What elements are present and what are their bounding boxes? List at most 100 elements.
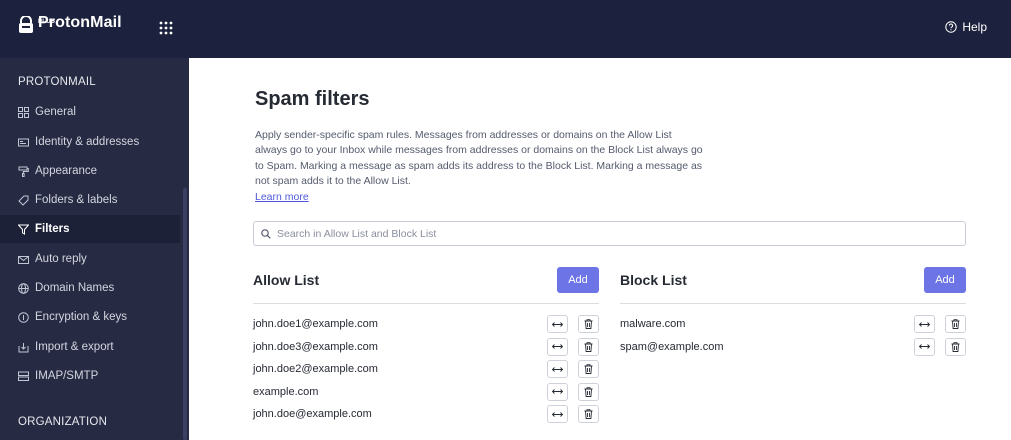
move-arrows-icon — [552, 389, 563, 394]
page-title: Spam filters — [255, 88, 370, 110]
move-arrows-icon — [552, 366, 563, 372]
list-item: john.doe2@example.com — [253, 359, 543, 379]
block-list-add-button[interactable]: Add — [924, 267, 966, 293]
list-item-address: john.doe2@example.com — [253, 363, 378, 375]
sidebar-item-filters[interactable]: Filters — [0, 215, 180, 243]
help-button[interactable]: Help — [945, 20, 987, 34]
id-card-icon — [18, 138, 29, 146]
list-item-address: malware.com — [620, 318, 686, 330]
plan-badge: PLUS — [38, 19, 56, 25]
list-item: malware.com — [620, 314, 910, 334]
list-item-actions — [914, 315, 966, 333]
sidebar-item-domain-names[interactable]: Domain Names — [0, 274, 180, 302]
allow-list-divider — [253, 303, 599, 304]
move-to-other-list-button[interactable] — [547, 360, 568, 378]
sidebar-item-label: Auto reply — [35, 253, 87, 265]
sidebar-item-label: General — [35, 106, 76, 118]
list-item-actions — [547, 337, 599, 356]
section-title-organization: ORGANIZATION — [18, 416, 108, 428]
envelope-reply-icon — [18, 255, 29, 264]
trash-icon — [584, 364, 593, 374]
sidebar-item-label: Encryption & keys — [35, 311, 128, 323]
apps-grid-icon[interactable] — [158, 20, 174, 36]
sidebar-item-label: Appearance — [35, 165, 98, 177]
move-to-other-list-button[interactable] — [547, 315, 568, 333]
sidebar-item-label: Import & export — [35, 341, 114, 353]
list-item: john.doe1@example.com — [253, 314, 543, 334]
delete-entry-button[interactable] — [945, 337, 966, 356]
trash-icon — [584, 341, 593, 352]
top-bar: ProtonMail PLUS Help — [0, 0, 1011, 58]
delete-entry-button[interactable] — [578, 360, 599, 378]
page-description: Apply sender-specific spam rules. Messag… — [255, 129, 703, 187]
sidebar-item-folders-labels[interactable]: Folders & labels — [0, 186, 180, 214]
search-icon — [261, 228, 271, 239]
list-item-address: john.doe1@example.com — [253, 318, 378, 330]
move-to-other-list-button[interactable] — [547, 405, 568, 423]
trash-icon — [951, 319, 960, 329]
list-item: example.com — [253, 382, 543, 402]
trash-icon — [584, 386, 593, 397]
lock-icon — [19, 16, 33, 33]
filter-icon — [18, 224, 29, 235]
delete-entry-button[interactable] — [945, 315, 966, 333]
import-export-icon — [18, 342, 29, 352]
globe-icon — [18, 282, 29, 294]
help-circle-icon — [945, 21, 958, 33]
delete-entry-button[interactable] — [578, 315, 599, 333]
delete-entry-button[interactable] — [578, 405, 599, 423]
sidebar-item-label: Domain Names — [35, 282, 115, 294]
main-content: Spam filters Apply sender-specific spam … — [189, 58, 1011, 440]
sidebar-item-appearance[interactable]: Appearance — [0, 157, 180, 185]
sidebar-item-label: Folders & labels — [35, 194, 118, 206]
trash-icon — [584, 319, 593, 329]
list-item: spam@example.com — [620, 337, 910, 357]
key-icon — [18, 311, 29, 323]
move-arrows-icon — [552, 344, 563, 349]
sidebar-item-encryption-keys[interactable]: Encryption & keys — [0, 303, 180, 331]
move-to-other-list-button[interactable] — [914, 337, 935, 356]
trash-icon — [584, 409, 593, 419]
block-list-divider — [620, 303, 966, 304]
sidebar-item-general[interactable]: General — [0, 98, 180, 126]
move-to-other-list-button[interactable] — [547, 382, 568, 401]
search-input[interactable] — [277, 227, 957, 240]
move-to-other-list-button[interactable] — [547, 337, 568, 356]
list-item-address: example.com — [253, 385, 319, 398]
delete-entry-button[interactable] — [578, 382, 599, 401]
sidebar-item-label: Identity & addresses — [35, 136, 140, 148]
move-arrows-icon — [919, 344, 930, 349]
list-item-actions — [547, 360, 599, 378]
list-item: john.doe3@example.com — [253, 337, 543, 357]
allow-list-add-button[interactable]: Add — [557, 267, 599, 293]
list-item-address: john.doe3@example.com — [253, 340, 378, 353]
section-title-protonmail: PROTONMAIL — [18, 76, 96, 88]
sidebar-scrollbar[interactable] — [183, 188, 187, 440]
sidebar-item-imap-smtp[interactable]: IMAP/SMTP — [0, 362, 180, 390]
tag-icon — [18, 195, 29, 206]
protonmail-logo[interactable]: ProtonMail — [18, 14, 122, 34]
list-item: john.doe@example.com — [253, 404, 543, 424]
list-item-actions — [914, 337, 966, 356]
list-item-actions — [547, 405, 599, 423]
learn-more-link[interactable]: Learn more — [255, 191, 309, 203]
list-item-address: spam@example.com — [620, 340, 724, 353]
help-label: Help — [962, 20, 987, 34]
sidebar-item-auto-reply[interactable]: Auto reply — [0, 245, 180, 273]
grid-icon — [18, 106, 29, 118]
paint-roller-icon — [18, 166, 29, 177]
sidebar-item-identity[interactable]: Identity & addresses — [0, 128, 180, 156]
delete-entry-button[interactable] — [578, 337, 599, 356]
sidebar-item-label: Filters — [35, 223, 70, 235]
sidebar: PROTONMAIL General Identity & addresses … — [0, 58, 189, 440]
allow-list-title: Allow List — [253, 272, 320, 288]
list-item-actions — [547, 315, 599, 333]
trash-icon — [951, 341, 960, 352]
move-to-other-list-button[interactable] — [914, 315, 935, 333]
sidebar-item-import-export[interactable]: Import & export — [0, 333, 180, 361]
search-field[interactable] — [253, 221, 966, 246]
list-item-actions — [547, 382, 599, 401]
sidebar-item-label: IMAP/SMTP — [35, 370, 99, 382]
move-arrows-icon — [919, 321, 930, 327]
move-arrows-icon — [552, 411, 563, 417]
